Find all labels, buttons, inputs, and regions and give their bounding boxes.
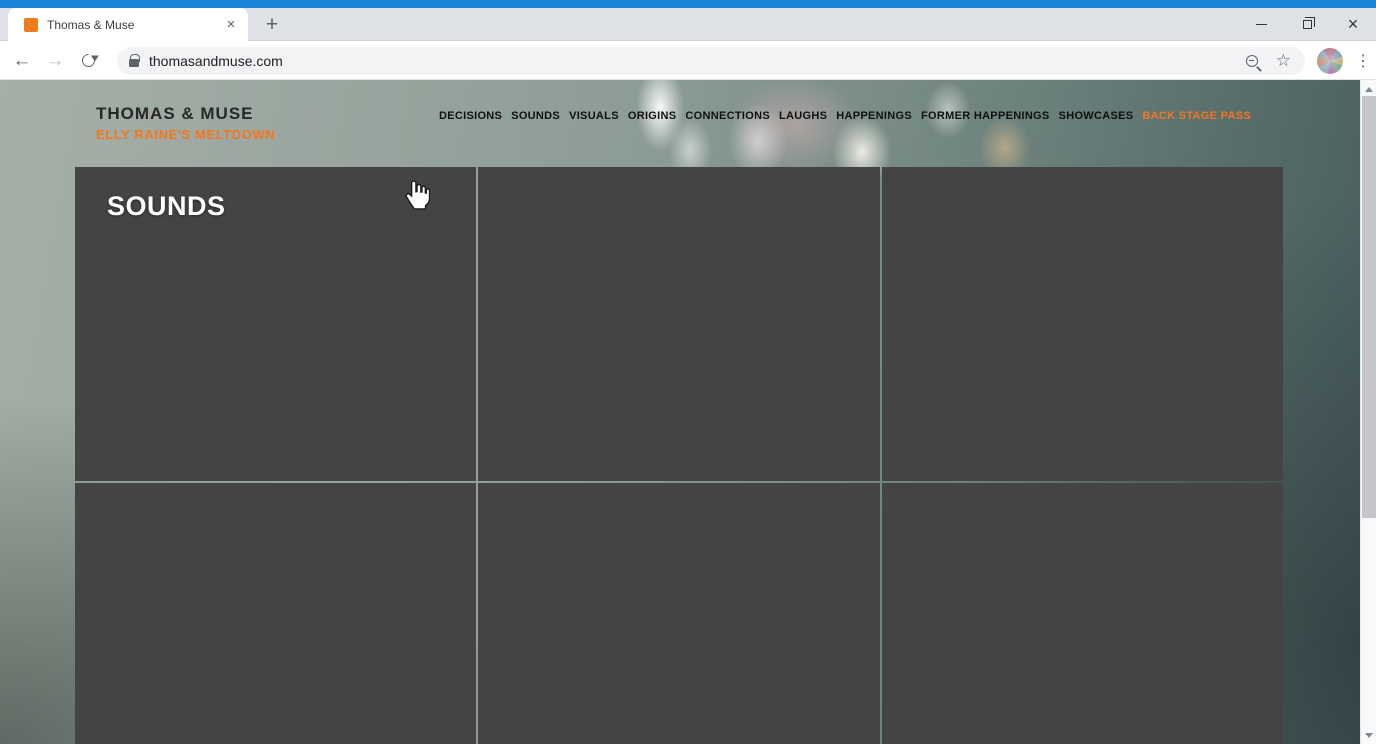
nav-item-sounds[interactable]: SOUNDS: [511, 110, 560, 122]
new-tab-button[interactable]: +: [258, 11, 286, 39]
bookmark-star-icon[interactable]: ☆: [1276, 51, 1291, 71]
tab-close-icon[interactable]: ×: [222, 16, 240, 34]
tab-strip: Thomas & Muse × + ×: [0, 8, 1376, 41]
zoom-out-icon[interactable]: [1246, 55, 1258, 67]
gallery-tile-beach-trumpet[interactable]: [478, 167, 879, 481]
photo-gallery-grid: SOUNDS: [75, 167, 1283, 744]
nav-item-decisions[interactable]: DECISIONS: [439, 110, 502, 122]
nav-item-showcases[interactable]: SHOWCASES: [1059, 110, 1134, 122]
nav-item-laughs[interactable]: LAUGHS: [779, 110, 827, 122]
site-header: THOMAS & MUSE ELLY RAINE'S MELTDOWN DECI…: [0, 80, 1360, 167]
close-button[interactable]: ×: [1330, 8, 1376, 41]
gallery-tile-blurred-gallery[interactable]: [75, 483, 476, 744]
reload-button[interactable]: [76, 49, 100, 73]
page-viewport: THOMAS & MUSE ELLY RAINE'S MELTDOWN DECI…: [0, 80, 1376, 744]
nav-item-connections[interactable]: CONNECTIONS: [685, 110, 770, 122]
minimize-icon: [1256, 24, 1267, 26]
window-title-bar: [0, 0, 1376, 8]
forward-button: →: [43, 49, 67, 73]
site-title: THOMAS & MUSE: [96, 104, 275, 124]
browser-window: Thomas & Muse × + × ← → thomasandmuse.co…: [0, 0, 1376, 744]
nav-item-happenings[interactable]: HAPPENINGS: [836, 110, 912, 122]
gallery-tile-wall-legs[interactable]: [882, 167, 1283, 481]
nav-item-back-stage-pass[interactable]: BACK STAGE PASS: [1142, 110, 1251, 122]
profile-avatar[interactable]: [1317, 48, 1343, 74]
site-subtitle: ELLY RAINE'S MELTDOWN: [96, 127, 275, 142]
scroll-down-icon[interactable]: [1361, 728, 1376, 742]
browser-tab[interactable]: Thomas & Muse ×: [8, 8, 248, 41]
gallery-tile-three-faces[interactable]: [478, 483, 879, 744]
lock-icon: [129, 59, 139, 67]
gallery-tile-band-performance[interactable]: SOUNDS: [75, 167, 476, 481]
tab-title: Thomas & Muse: [47, 18, 222, 32]
browser-toolbar: ← → thomasandmuse.com ☆ ⋮: [0, 42, 1376, 80]
site-favicon-icon: [24, 18, 38, 32]
scroll-up-icon[interactable]: [1361, 82, 1376, 96]
scrollbar-thumb[interactable]: [1362, 96, 1376, 518]
gallery-tile-bench-room[interactable]: [882, 483, 1283, 744]
main-navigation: DECISIONS SOUNDS VISUALS ORIGINS CONNECT…: [439, 110, 1251, 122]
back-button[interactable]: ←: [10, 49, 34, 73]
reload-icon: [79, 51, 97, 69]
site-brand: THOMAS & MUSE ELLY RAINE'S MELTDOWN: [96, 104, 275, 167]
nav-item-former-happenings[interactable]: FORMER HAPPENINGS: [921, 110, 1050, 122]
nav-item-visuals[interactable]: VISUALS: [569, 110, 619, 122]
browser-menu-icon[interactable]: ⋮: [1351, 49, 1375, 73]
page-scrollbar[interactable]: [1360, 80, 1376, 744]
restore-icon: [1303, 20, 1312, 29]
tile-overlay-label: SOUNDS: [107, 191, 226, 222]
minimize-button[interactable]: [1238, 8, 1284, 41]
address-bar[interactable]: thomasandmuse.com ☆: [117, 47, 1305, 75]
nav-item-origins[interactable]: ORIGINS: [628, 110, 677, 122]
url-text[interactable]: thomasandmuse.com: [149, 53, 1246, 69]
restore-button[interactable]: [1284, 8, 1330, 41]
